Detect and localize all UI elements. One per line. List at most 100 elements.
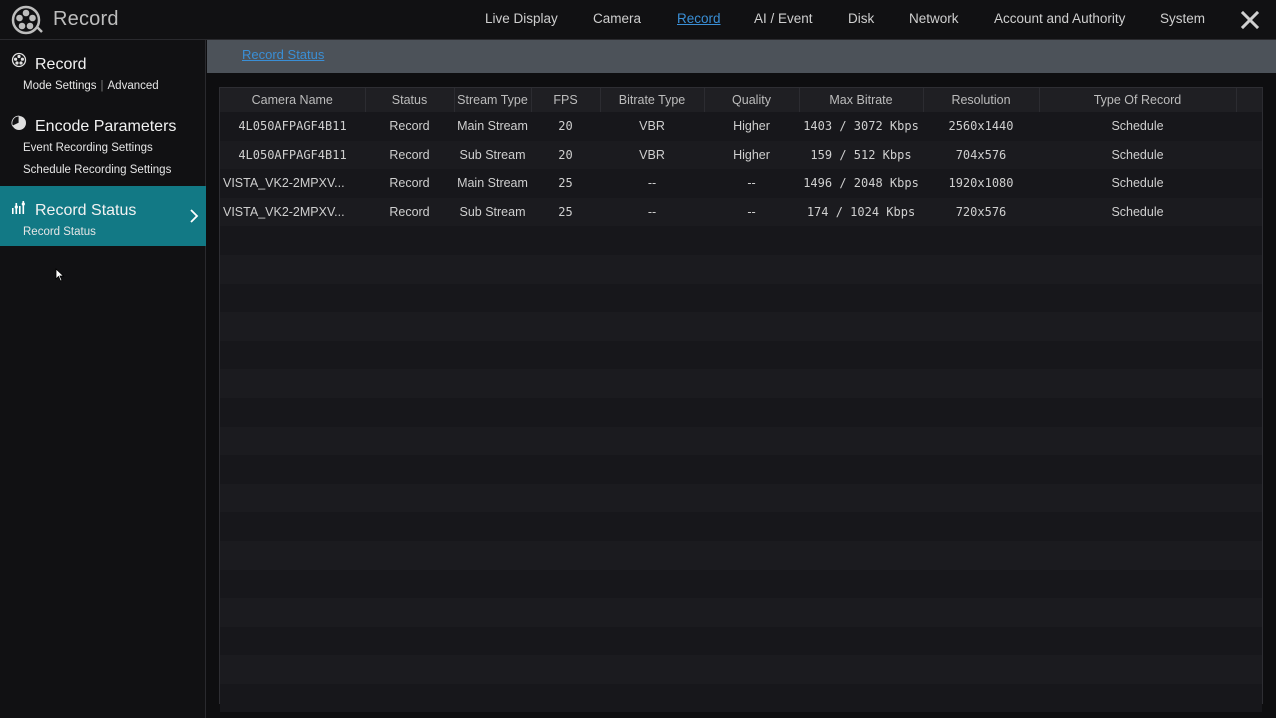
sidebar-group-record-status[interactable]: Record Status Record Status bbox=[0, 186, 206, 246]
table-cell bbox=[220, 540, 365, 570]
nav-camera[interactable]: Camera bbox=[593, 11, 641, 26]
table-cell: 25 bbox=[531, 169, 600, 198]
sidebar-group-record[interactable]: Record Mode Settings | Advanced bbox=[0, 40, 206, 100]
empty-table-row bbox=[220, 626, 1262, 656]
table-cell bbox=[1039, 683, 1236, 713]
table-cell bbox=[799, 397, 923, 427]
table-cell bbox=[1039, 283, 1236, 313]
table-cell: Schedule bbox=[1039, 169, 1236, 198]
table-cell: Higher bbox=[704, 140, 799, 170]
nav-live-display[interactable]: Live Display bbox=[485, 11, 558, 26]
nav-system[interactable]: System bbox=[1160, 11, 1205, 26]
table-cell bbox=[1039, 226, 1236, 255]
table-cell bbox=[704, 655, 799, 684]
table-cell bbox=[704, 254, 799, 284]
tab-record-status[interactable]: Record Status bbox=[242, 47, 324, 62]
table-row[interactable]: VISTA_VK2-2MPXV... Record Main Stream 25 -- -… bbox=[220, 169, 1262, 198]
table-cell: Higher bbox=[704, 112, 799, 141]
table-cell bbox=[365, 226, 454, 255]
table-cell bbox=[220, 655, 365, 684]
divider: | bbox=[100, 80, 104, 92]
table-cell bbox=[923, 312, 1039, 341]
sidebar-link-schedule-recording-settings[interactable]: Schedule Recording Settings bbox=[23, 164, 171, 176]
table-cell: 25 bbox=[531, 197, 600, 227]
nav-disk[interactable]: Disk bbox=[848, 11, 874, 26]
table-cell bbox=[799, 283, 923, 313]
sidebar-item-mode-settings: Mode Settings | Advanced bbox=[23, 80, 159, 92]
nav-network[interactable]: Network bbox=[909, 11, 959, 26]
empty-table-row bbox=[220, 254, 1262, 284]
sidebar-title-encode-parameters: Encode Parameters bbox=[35, 118, 177, 135]
table-cell bbox=[220, 626, 365, 656]
table-cell bbox=[220, 455, 365, 484]
app-title: Record bbox=[53, 8, 119, 30]
table-cell bbox=[1236, 683, 1262, 713]
sidebar-link-event-recording-settings[interactable]: Event Recording Settings bbox=[23, 142, 153, 154]
table-cell bbox=[1236, 254, 1262, 284]
table-cell bbox=[704, 426, 799, 456]
table-cell bbox=[1039, 312, 1236, 341]
table-cell bbox=[923, 540, 1039, 570]
table-cell bbox=[704, 569, 799, 599]
table-cell bbox=[454, 283, 531, 313]
table-cell bbox=[704, 598, 799, 627]
table-cell bbox=[454, 397, 531, 427]
table-cell bbox=[365, 455, 454, 484]
table-cell bbox=[1236, 512, 1262, 541]
table-cell bbox=[531, 312, 600, 341]
table-cell: Schedule bbox=[1039, 197, 1236, 227]
table-cell bbox=[923, 455, 1039, 484]
table-cell: 1496 / 2048 Kbps bbox=[799, 169, 923, 198]
mouse-cursor-icon bbox=[55, 268, 65, 282]
table-cell bbox=[365, 569, 454, 599]
sidebar-link-record-status[interactable]: Record Status bbox=[23, 226, 96, 238]
column-header: Type Of Record bbox=[1039, 88, 1237, 112]
table-cell: VBR bbox=[600, 140, 704, 170]
pie-chart-icon bbox=[11, 115, 26, 130]
table-cell bbox=[704, 626, 799, 656]
table-cell bbox=[799, 254, 923, 284]
close-icon[interactable] bbox=[1240, 10, 1260, 30]
table-cell bbox=[531, 598, 600, 627]
table-row[interactable]: 4L050AFPAGF4B11 Record Main Stream 20 VBR Hig… bbox=[220, 112, 1262, 141]
table-cell bbox=[799, 483, 923, 513]
table-cell bbox=[923, 426, 1039, 456]
table-cell bbox=[454, 626, 531, 656]
table-cell bbox=[220, 312, 365, 341]
sidebar-group-encode-parameters[interactable]: Encode Parameters Event Recording Settin… bbox=[0, 102, 206, 184]
table-cell bbox=[1039, 340, 1236, 370]
table-cell: Main Stream bbox=[454, 112, 531, 141]
nav-ai-event[interactable]: AI / Event bbox=[754, 11, 813, 26]
table-cell bbox=[704, 483, 799, 513]
table-cell bbox=[799, 598, 923, 627]
table-cell: Sub Stream bbox=[454, 140, 531, 170]
table-cell: 20 bbox=[531, 112, 600, 141]
table-cell bbox=[1236, 112, 1262, 141]
sidebar-title-record: Record bbox=[35, 56, 87, 73]
column-header: Camera Name bbox=[220, 88, 366, 112]
table-cell bbox=[365, 683, 454, 713]
column-header: Quality bbox=[704, 88, 800, 112]
table-cell bbox=[923, 397, 1039, 427]
sidebar-link-advanced[interactable]: Advanced bbox=[108, 80, 159, 92]
nav-account-authority[interactable]: Account and Authority bbox=[994, 11, 1125, 26]
table-cell bbox=[1236, 283, 1262, 313]
column-header: FPS bbox=[531, 88, 601, 112]
empty-table-row bbox=[220, 340, 1262, 370]
table-cell bbox=[704, 455, 799, 484]
table-cell bbox=[704, 283, 799, 313]
table-cell bbox=[704, 683, 799, 713]
table-cell bbox=[365, 426, 454, 456]
table-row[interactable]: 4L050AFPAGF4B11 Record Sub Stream 20 VBR High… bbox=[220, 140, 1262, 170]
sidebar-link-mode-settings[interactable]: Mode Settings bbox=[23, 80, 97, 92]
table-cell bbox=[1039, 598, 1236, 627]
table-row[interactable]: VISTA_VK2-2MPXV... Record Sub Stream 25 -- --… bbox=[220, 197, 1262, 227]
table-cell bbox=[365, 283, 454, 313]
table-cell: Record bbox=[365, 169, 454, 198]
table-cell bbox=[600, 455, 704, 484]
table-cell: 1920x1080 bbox=[923, 169, 1039, 198]
table-cell bbox=[1039, 655, 1236, 684]
nav-record[interactable]: Record bbox=[677, 11, 721, 26]
table-cell bbox=[600, 369, 704, 398]
empty-table-row bbox=[220, 397, 1262, 427]
